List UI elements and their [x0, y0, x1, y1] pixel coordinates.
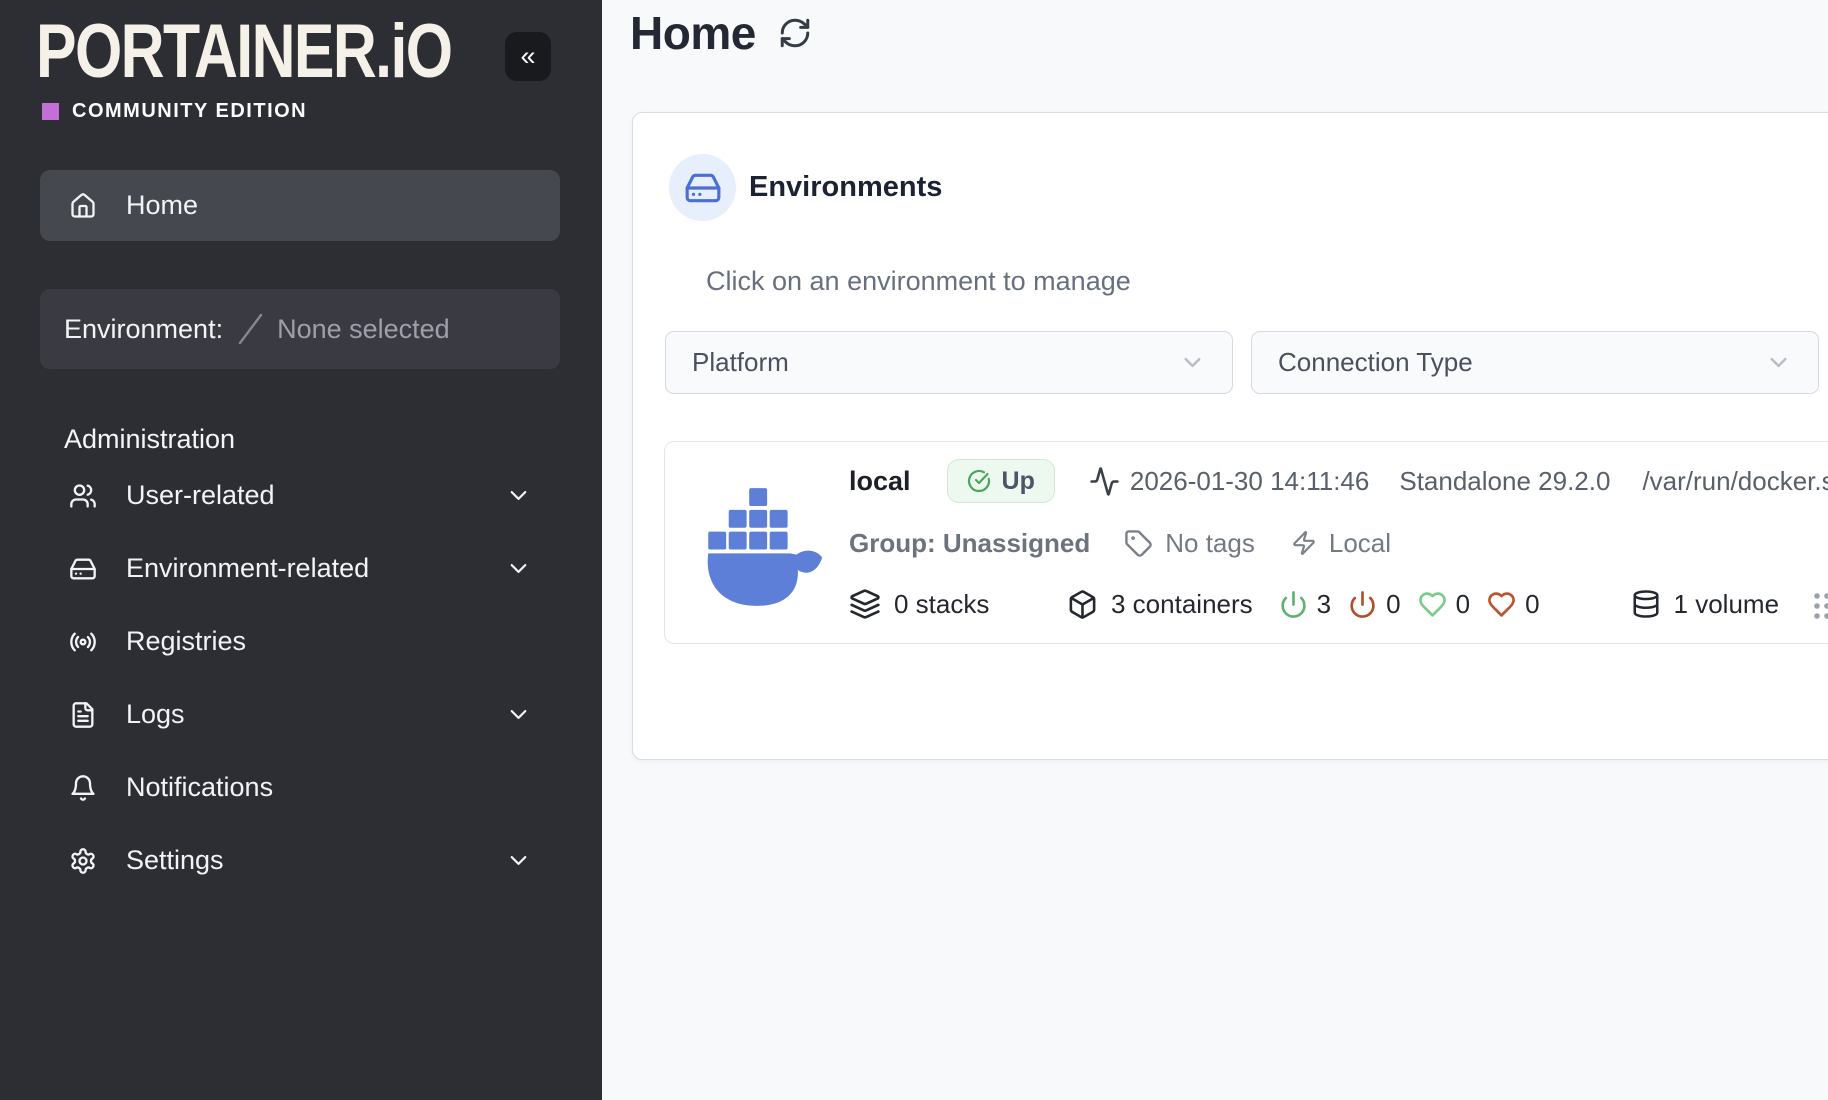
chevron-down-icon — [505, 555, 532, 582]
stacks-stat: 0 stacks — [849, 588, 1067, 620]
refresh-icon[interactable] — [778, 16, 812, 50]
sidebar-item-user-related[interactable]: User-related — [40, 459, 560, 532]
sidebar-item-label: Environment-related — [126, 553, 369, 584]
volumes-count-label: 1 volume — [1674, 589, 1780, 620]
docker-icon — [698, 482, 826, 612]
power-off-icon — [1348, 590, 1377, 619]
sidebar-collapse-button[interactable]: « — [505, 32, 551, 81]
edition-square-icon — [42, 103, 59, 120]
file-text-icon — [68, 701, 98, 729]
environment-name: local — [849, 466, 911, 497]
slash-icon — [235, 312, 265, 346]
environments-widget-title: Environments — [749, 171, 942, 204]
platform-filter-label: Platform — [692, 347, 789, 378]
environment-prefix-label: Environment: — [64, 314, 223, 345]
tags-label: No tags — [1165, 528, 1255, 559]
users-icon — [68, 482, 98, 510]
stopped-containers-stat: 0 — [1348, 589, 1400, 620]
environment-card-row-tags: Group: Unassigned No tags Local — [849, 524, 1391, 562]
environment-card-row-main: local Up 2026-01-30 14:11:46 Standalone … — [849, 458, 1828, 504]
gear-icon — [68, 847, 98, 875]
running-count-label: 3 — [1317, 589, 1331, 620]
stopped-count-label: 0 — [1386, 589, 1400, 620]
bell-icon — [68, 774, 98, 802]
platform-filter-dropdown[interactable]: Platform — [665, 331, 1233, 394]
sidebar-item-settings[interactable]: Settings — [40, 824, 560, 897]
sidebar-item-registries[interactable]: Registries — [40, 605, 560, 678]
zap-icon — [1291, 530, 1317, 556]
chevron-down-icon — [505, 482, 532, 509]
tag-icon — [1124, 529, 1153, 558]
sidebar-item-logs[interactable]: Logs — [40, 678, 560, 751]
page-title: Home — [630, 6, 756, 60]
collapse-chevrons-icon: « — [520, 41, 535, 72]
volumes-stat: 1 volume — [1631, 589, 1780, 620]
healthy-count-label: 0 — [1456, 589, 1470, 620]
environment-type-version: Standalone 29.2.0 — [1399, 466, 1610, 497]
sidebar-item-label: Logs — [126, 699, 185, 730]
running-containers-stat: 3 — [1279, 589, 1331, 620]
connection-mode-label: Local — [1329, 528, 1391, 559]
group-label: Group: Unassigned — [849, 528, 1090, 559]
sidebar-item-home[interactable]: Home — [40, 170, 560, 241]
database-icon — [1631, 589, 1661, 619]
box-icon — [1067, 589, 1098, 620]
power-on-icon — [1279, 590, 1308, 619]
environments-widget-subtitle: Click on an environment to manage — [706, 266, 1131, 297]
chevron-down-icon — [1179, 349, 1206, 376]
chevron-down-icon — [505, 701, 532, 728]
edition-row: COMMUNITY EDITION — [42, 100, 307, 123]
last-check-timestamp: 2026-01-30 14:11:46 — [1130, 466, 1370, 497]
environment-selector[interactable]: Environment: None selected — [40, 289, 560, 369]
sidebar-item-label: Registries — [126, 626, 246, 657]
containers-count-label: 3 containers — [1111, 589, 1253, 620]
containers-stat: 3 containers — [1067, 589, 1253, 620]
environment-card-row-stats: 0 stacks 3 containers 3 — [849, 584, 1779, 624]
status-badge: Up — [947, 459, 1055, 503]
hard-drive-icon — [68, 555, 98, 583]
house-icon — [68, 192, 98, 220]
heart-healthy-icon — [1418, 590, 1447, 619]
unhealthy-count-label: 0 — [1525, 589, 1539, 620]
sidebar-item-label: User-related — [126, 480, 275, 511]
connection-type-filter-label: Connection Type — [1278, 347, 1473, 378]
environment-selected-value: None selected — [277, 314, 450, 345]
layers-icon — [849, 588, 881, 620]
healthy-containers-stat: 0 — [1418, 589, 1470, 620]
grid-handle-icon[interactable] — [1811, 590, 1828, 624]
connection-socket-path: /var/run/docker.sock — [1642, 466, 1828, 497]
chevron-down-icon — [505, 847, 532, 874]
sidebar-home-label: Home — [126, 190, 198, 221]
sidebar: PORTAINER.iO « COMMUNITY EDITION Home En… — [0, 0, 602, 1100]
activity-icon — [1089, 466, 1120, 497]
edition-label: COMMUNITY EDITION — [72, 100, 307, 123]
sidebar-item-label: Settings — [126, 845, 224, 876]
sidebar-item-notifications[interactable]: Notifications — [40, 751, 560, 824]
chevron-down-icon — [1765, 349, 1792, 376]
portainer-logo: PORTAINER.iO — [36, 16, 451, 88]
environment-card-local[interactable]: local Up 2026-01-30 14:11:46 Standalone … — [664, 441, 1828, 644]
status-badge-label: Up — [1002, 467, 1035, 496]
sidebar-item-label: Notifications — [126, 772, 273, 803]
administration-section-title: Administration — [64, 424, 235, 455]
stacks-count-label: 0 stacks — [894, 589, 989, 620]
heart-unhealthy-icon — [1487, 590, 1516, 619]
unhealthy-containers-stat: 0 — [1487, 589, 1539, 620]
hard-drive-icon — [684, 169, 722, 207]
connection-type-filter-dropdown[interactable]: Connection Type — [1251, 331, 1819, 394]
environments-widget-icon-circle — [669, 154, 736, 221]
sidebar-item-environment-related[interactable]: Environment-related — [40, 532, 560, 605]
check-circle-icon — [967, 469, 991, 493]
environments-widget: Environments Click on an environment to … — [632, 112, 1828, 760]
admin-nav: User-related Environment-related — [40, 459, 560, 897]
radio-icon — [68, 628, 98, 656]
